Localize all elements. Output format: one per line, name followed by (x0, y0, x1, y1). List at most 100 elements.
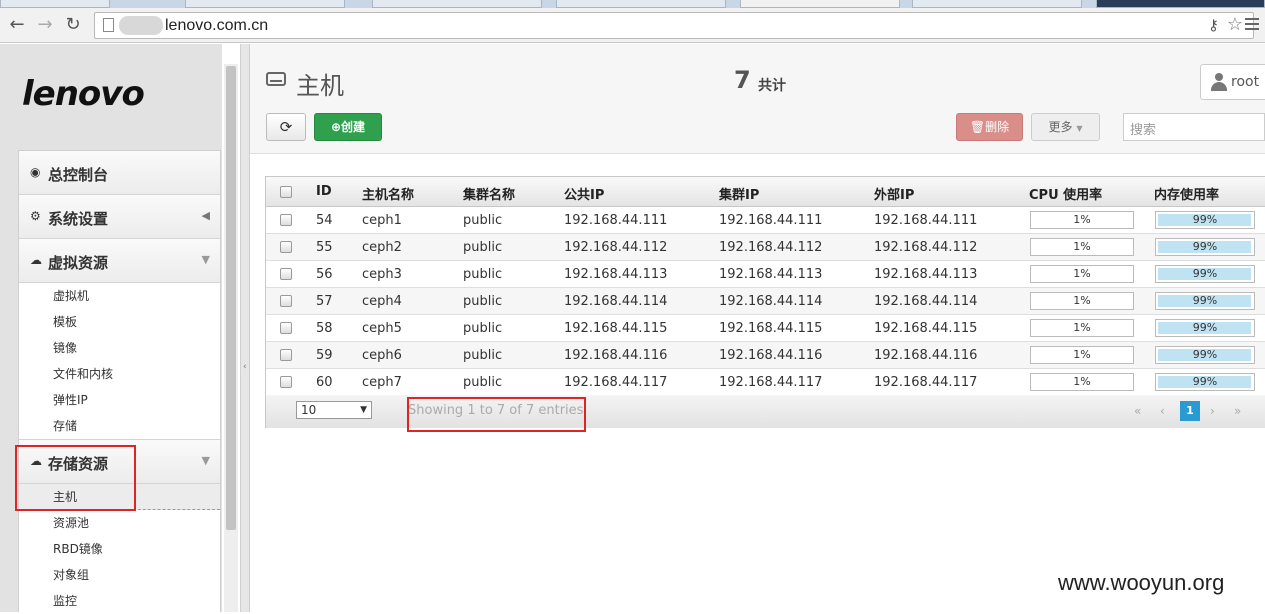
user-menu-button[interactable]: root (1200, 64, 1265, 100)
cell-cluster: public (463, 321, 503, 336)
host-count: 7 (734, 66, 751, 94)
prev-page-icon[interactable]: ‹ (1160, 404, 1165, 418)
browser-tab[interactable] (0, 0, 110, 8)
row-checkbox[interactable] (280, 295, 292, 307)
browser-tab-active[interactable] (740, 0, 900, 8)
watermark: www.wooyun.org (1058, 570, 1225, 595)
url-text: lenovo.com.cn (165, 17, 269, 34)
browser-tab-strip (0, 0, 1265, 8)
page-icon (103, 18, 114, 32)
col-header-external-ip[interactable]: 外部IP (874, 184, 914, 203)
cell-cluster: public (463, 267, 503, 282)
sidebar-item-monitor[interactable]: 监控 (19, 588, 220, 614)
table-row[interactable]: 60 ceph7 public 192.168.44.117 192.168.44.11… (266, 369, 1265, 396)
search-input[interactable]: 搜索 (1123, 113, 1265, 141)
page-button-current[interactable]: 1 (1180, 401, 1200, 421)
memory-usage-bar-label: 99% (1192, 321, 1218, 334)
address-bar[interactable]: lenovo.com.cn ⚷ ☆ (94, 12, 1254, 39)
table-row[interactable]: 58 ceph5 public 192.168.44.115 192.168.44.11… (266, 315, 1265, 342)
cell-external-ip: 192.168.44.115 (874, 321, 978, 336)
last-page-icon[interactable]: » (1234, 404, 1241, 418)
row-checkbox[interactable] (280, 241, 292, 253)
cell-id: 59 (316, 348, 333, 363)
col-header-cluster-ip[interactable]: 集群IP (719, 184, 759, 203)
delete-button[interactable]: 🗑删除 (956, 113, 1023, 141)
sidebar-item-object-group[interactable]: 对象组 (19, 562, 220, 588)
col-header-cpu[interactable]: CPU 使用率 (1029, 184, 1102, 203)
col-header-public-ip[interactable]: 公共IP (564, 184, 604, 203)
cell-external-ip: 192.168.44.117 (874, 375, 978, 390)
sidebar-item-resource-pool[interactable]: 资源池 (19, 510, 220, 536)
sidebar-scrollbar-thumb[interactable] (226, 66, 236, 530)
page-header: 主机 7 共计 root ⟳ ⊕创建 🗑删除 更多 ▼ 搜索 (250, 44, 1265, 154)
col-header-hostname[interactable]: 主机名称 (362, 184, 414, 203)
sidebar-item-vm[interactable]: 虚拟机 (19, 283, 220, 309)
next-page-icon[interactable]: › (1210, 404, 1215, 418)
first-page-icon[interactable]: « (1134, 404, 1141, 418)
cell-hostname: ceph6 (362, 348, 402, 363)
table-row[interactable]: 56 ceph3 public 192.168.44.113 192.168.44.11… (266, 261, 1265, 288)
cell-cluster: public (463, 240, 503, 255)
browser-tab[interactable] (1096, 0, 1265, 8)
cpu-usage-bar: 1% (1030, 373, 1134, 391)
cell-public-ip: 192.168.44.117 (564, 375, 668, 390)
bookmark-star-icon[interactable]: ☆ (1227, 14, 1243, 35)
dashboard-icon: ◉ (30, 165, 41, 179)
nav-section-virtual-resources[interactable]: ☁ 虚拟资源 ▼ (19, 239, 220, 283)
table-row[interactable]: 57 ceph4 public 192.168.44.114 192.168.44.11… (266, 288, 1265, 315)
memory-usage-bar-label: 99% (1192, 267, 1218, 280)
nav-section-dashboard[interactable]: ◉ 总控制台 (19, 151, 220, 195)
sidebar-item-image[interactable]: 镜像 (19, 335, 220, 361)
cpu-usage-bar: 1% (1030, 292, 1134, 310)
cogs-icon: ⚙ (30, 209, 41, 223)
refresh-button[interactable]: ⟳ (266, 113, 306, 141)
plus-circle-icon: ⊕ (330, 120, 342, 134)
reload-icon[interactable]: ↻ (62, 14, 84, 36)
page-length-value: 10 (301, 403, 317, 417)
nav-section-system-settings[interactable]: ⚙ 系统设置 ◀ (19, 195, 220, 239)
sidebar-item-elastic-ip[interactable]: 弹性IP (19, 387, 220, 413)
sidebar-item-rbd-image[interactable]: RBD镜像 (19, 536, 220, 562)
user-icon (1211, 73, 1227, 91)
table-row[interactable]: 55 ceph2 public 192.168.44.112 192.168.44.11… (266, 234, 1265, 261)
sidebar-item-storage[interactable]: 存储 (19, 413, 220, 440)
row-checkbox[interactable] (280, 376, 292, 388)
cell-cluster: public (463, 213, 503, 228)
row-checkbox[interactable] (280, 268, 292, 280)
browser-tab[interactable] (912, 0, 1082, 8)
row-checkbox[interactable] (280, 349, 292, 361)
cell-public-ip: 192.168.44.114 (564, 294, 668, 309)
sidebar: lenovo ◉ 总控制台 ⚙ 系统设置 ◀ ☁ 虚拟资源 ▼ 虚拟机 模板 镜… (0, 44, 222, 612)
chevron-down-icon: ▼ (201, 253, 210, 266)
more-dropdown-button[interactable]: 更多 ▼ (1031, 113, 1100, 141)
row-checkbox[interactable] (280, 214, 292, 226)
browser-tab[interactable] (556, 0, 726, 8)
cpu-usage-bar: 1% (1030, 346, 1134, 364)
sidebar-item-files-kernel[interactable]: 文件和内核 (19, 361, 220, 387)
page-title: 主机 (296, 72, 344, 100)
sidebar-nav: ◉ 总控制台 ⚙ 系统设置 ◀ ☁ 虚拟资源 ▼ 虚拟机 模板 镜像 文件和内核… (18, 150, 221, 612)
cell-hostname: ceph2 (362, 240, 402, 255)
memory-usage-bar-label: 99% (1192, 240, 1218, 253)
sidebar-item-template[interactable]: 模板 (19, 309, 220, 335)
memory-usage-bar: 99% (1155, 292, 1255, 310)
back-icon[interactable]: ← (6, 14, 28, 36)
browser-menu-icon[interactable] (1245, 18, 1259, 33)
col-header-memory[interactable]: 内存使用率 (1154, 184, 1219, 203)
col-header-id[interactable]: ID (316, 184, 332, 199)
table-row[interactable]: 59 ceph6 public 192.168.44.116 192.168.44.11… (266, 342, 1265, 369)
key-icon[interactable]: ⚷ (1208, 16, 1219, 34)
sidebar-toggle[interactable]: ‹ (240, 44, 250, 612)
browser-tab[interactable] (372, 0, 542, 8)
browser-tab[interactable] (185, 0, 345, 8)
chevron-down-icon: ▼ (201, 454, 210, 467)
cpu-usage-bar-label: 1% (1073, 267, 1091, 280)
page-length-select[interactable]: 10 ▼ (296, 401, 372, 419)
create-button[interactable]: ⊕创建 (314, 113, 382, 141)
memory-usage-bar: 99% (1155, 265, 1255, 283)
table-row[interactable]: 54 ceph1 public 192.168.44.111 192.168.44.11… (266, 207, 1265, 234)
col-header-cluster[interactable]: 集群名称 (463, 184, 515, 203)
forward-icon[interactable]: → (34, 14, 56, 36)
select-all-checkbox[interactable] (280, 186, 292, 198)
row-checkbox[interactable] (280, 322, 292, 334)
